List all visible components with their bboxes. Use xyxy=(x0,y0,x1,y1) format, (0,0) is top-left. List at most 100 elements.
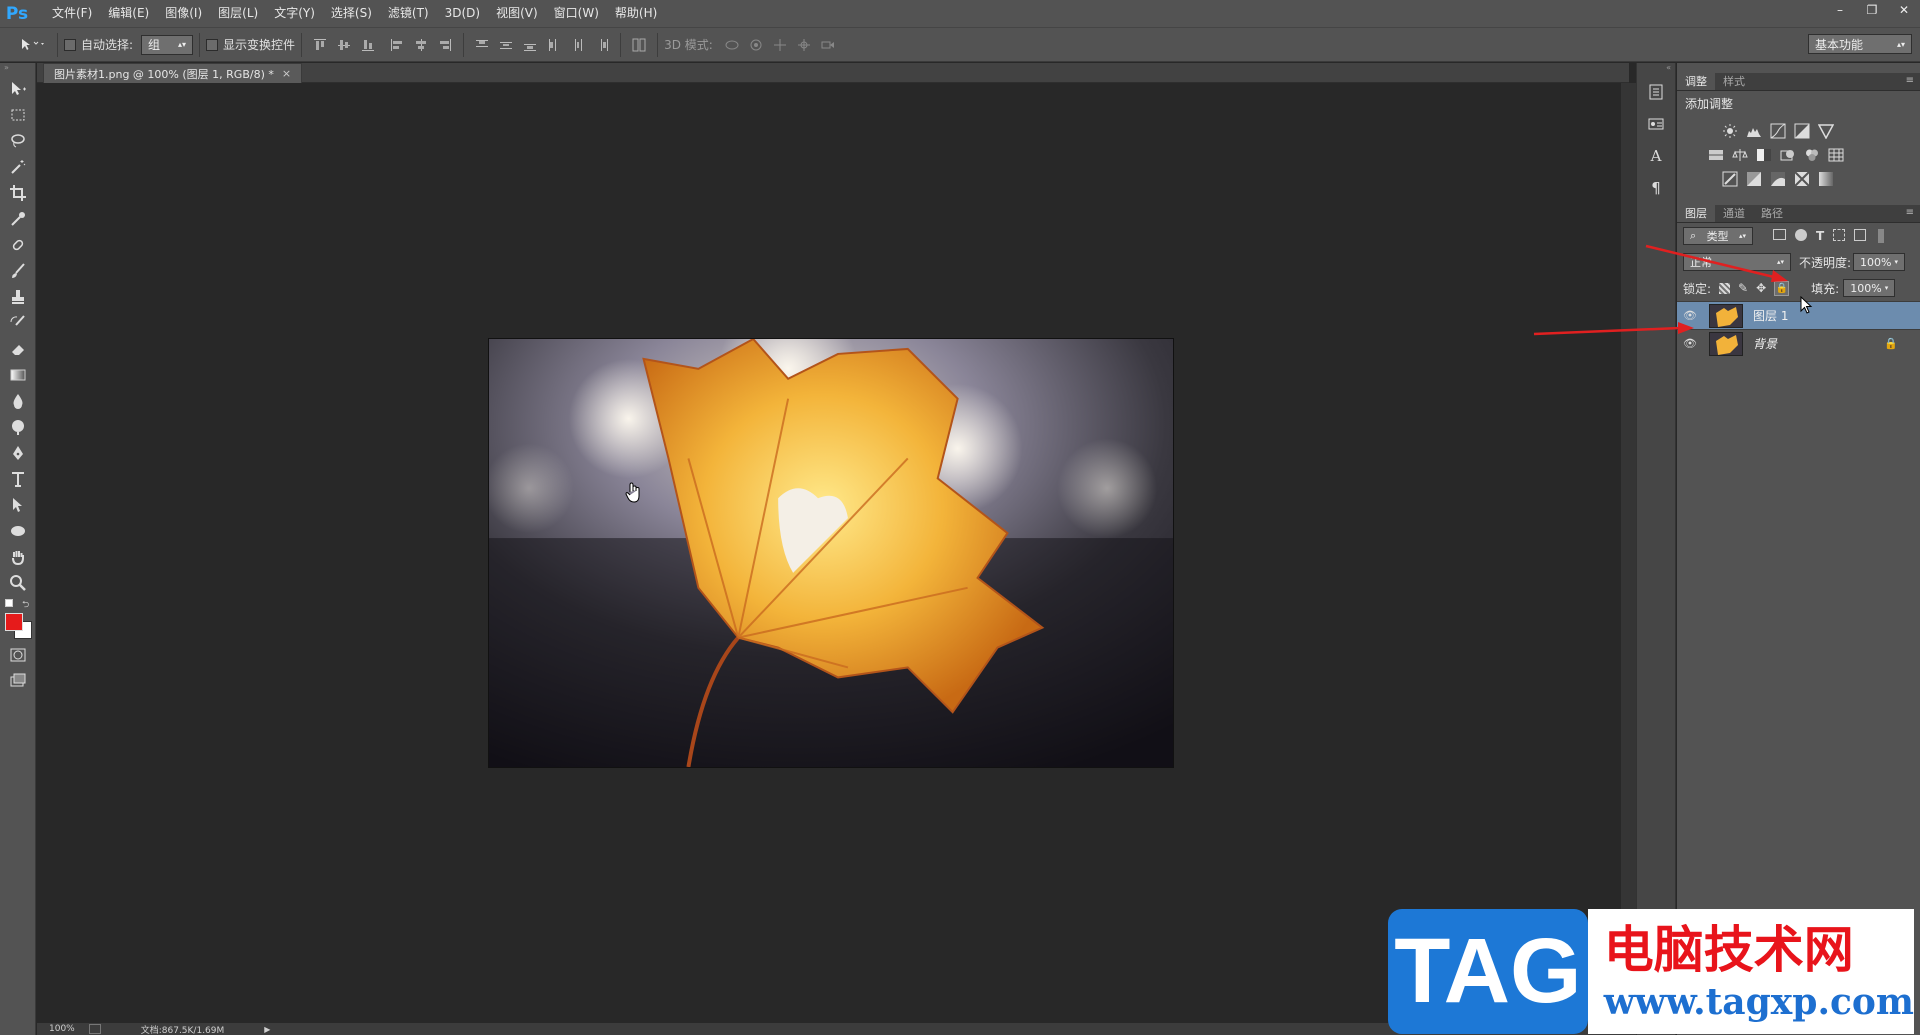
layer-name[interactable]: 图层 1 xyxy=(1753,307,1788,324)
distribute-right-icon[interactable] xyxy=(593,36,611,54)
move-tool-preset-icon[interactable] xyxy=(18,36,48,54)
align-left-icon[interactable] xyxy=(388,36,406,54)
panel-collapse-icon[interactable]: » xyxy=(0,63,35,75)
eyedropper-tool-icon[interactable] xyxy=(3,207,33,231)
3d-rotate-icon[interactable] xyxy=(723,36,741,54)
tab-paths[interactable]: 路径 xyxy=(1753,205,1791,222)
panel-menu-icon[interactable]: ≡ xyxy=(1906,75,1914,86)
brush-tool-icon[interactable] xyxy=(3,259,33,283)
hue-saturation-icon[interactable] xyxy=(1707,146,1725,164)
show-transform-checkbox[interactable] xyxy=(206,38,219,51)
minimize-button[interactable]: – xyxy=(1824,0,1856,20)
lock-position-icon[interactable]: ✥ xyxy=(1756,281,1766,295)
vertical-scrollbar[interactable] xyxy=(1621,83,1636,1023)
color-balance-icon[interactable] xyxy=(1731,146,1749,164)
filter-adjustment-icon[interactable] xyxy=(1795,229,1807,241)
lock-transparent-icon[interactable] xyxy=(1719,282,1731,294)
magic-wand-tool-icon[interactable] xyxy=(3,155,33,179)
distribute-hcenter-icon[interactable] xyxy=(569,36,587,54)
distribute-left-icon[interactable] xyxy=(545,36,563,54)
menu-edit[interactable]: 编辑(E) xyxy=(100,0,157,27)
screen-mode-icon[interactable] xyxy=(3,669,33,693)
brightness-contrast-icon[interactable] xyxy=(1721,122,1739,140)
eye-icon[interactable]: 👁 xyxy=(1677,337,1703,350)
restore-button[interactable]: ❐ xyxy=(1856,0,1888,20)
gradient-map-icon[interactable] xyxy=(1817,170,1835,188)
healing-brush-tool-icon[interactable] xyxy=(3,233,33,257)
hand-tool-icon[interactable] xyxy=(3,545,33,569)
eye-icon[interactable]: 👁 xyxy=(1677,309,1703,322)
close-button[interactable]: ✕ xyxy=(1888,0,1920,20)
auto-align-icon[interactable] xyxy=(630,36,648,54)
3d-roll-icon[interactable] xyxy=(747,36,765,54)
ellipse-tool-icon[interactable] xyxy=(3,519,33,543)
layer-row-layer1[interactable]: 👁 图层 1 xyxy=(1677,301,1920,329)
menu-image[interactable]: 图像(I) xyxy=(157,0,210,27)
eraser-tool-icon[interactable] xyxy=(3,337,33,361)
filter-toggle-icon[interactable] xyxy=(1878,229,1885,243)
zoom-level[interactable]: 100% xyxy=(49,1024,75,1034)
menu-window[interactable]: 窗口(W) xyxy=(546,0,607,27)
align-right-icon[interactable] xyxy=(436,36,454,54)
filter-smart-object-icon[interactable] xyxy=(1854,229,1867,241)
menu-help[interactable]: 帮助(H) xyxy=(607,0,665,27)
align-hcenter-icon[interactable] xyxy=(412,36,430,54)
selective-color-icon[interactable] xyxy=(1793,170,1811,188)
levels-icon[interactable] xyxy=(1745,122,1763,140)
3d-slide-icon[interactable] xyxy=(795,36,813,54)
photo-filter-icon[interactable] xyxy=(1779,146,1797,164)
vibrance-icon[interactable] xyxy=(1817,122,1835,140)
layer-row-background[interactable]: 👁 背景 🔒 xyxy=(1677,329,1920,357)
lasso-tool-icon[interactable] xyxy=(3,129,33,153)
tab-channels[interactable]: 通道 xyxy=(1715,205,1753,222)
history-brush-tool-icon[interactable] xyxy=(3,311,33,335)
character-panel-icon[interactable]: A xyxy=(1642,143,1670,169)
menu-type[interactable]: 文字(Y) xyxy=(266,0,323,27)
distribute-top-icon[interactable] xyxy=(473,36,491,54)
clone-stamp-tool-icon[interactable] xyxy=(3,285,33,309)
menu-3d[interactable]: 3D(D) xyxy=(437,0,488,27)
dock-collapse-icon[interactable]: « xyxy=(1637,63,1675,73)
layer-filter-dropdown[interactable]: ⌕ 类型 ▴▾ xyxy=(1683,227,1753,245)
gradient-tool-icon[interactable] xyxy=(3,363,33,387)
align-top-icon[interactable] xyxy=(311,36,329,54)
blend-mode-dropdown[interactable]: 正常 ▴▾ xyxy=(1683,253,1791,271)
pen-tool-icon[interactable] xyxy=(3,441,33,465)
align-vcenter-icon[interactable] xyxy=(335,36,353,54)
lock-pixels-brush-icon[interactable]: ✎ xyxy=(1738,281,1748,295)
document-image[interactable] xyxy=(488,338,1174,768)
3d-drag-icon[interactable] xyxy=(771,36,789,54)
close-icon[interactable]: × xyxy=(282,67,291,80)
invert-icon[interactable] xyxy=(1721,170,1739,188)
crop-tool-icon[interactable] xyxy=(3,181,33,205)
color-lookup-icon[interactable] xyxy=(1827,146,1845,164)
tab-styles[interactable]: 样式 xyxy=(1715,73,1753,90)
distribute-vcenter-icon[interactable] xyxy=(497,36,515,54)
3d-scale-icon[interactable] xyxy=(819,36,837,54)
quick-mask-icon[interactable] xyxy=(3,643,33,667)
document-tab[interactable]: 图片素材1.png @ 100% (图层 1, RGB/8) * × xyxy=(43,63,303,83)
filter-pixel-icon[interactable] xyxy=(1773,229,1786,240)
opacity-field[interactable]: 100% ▾ xyxy=(1853,253,1906,271)
status-menu-arrow-icon[interactable]: ▶ xyxy=(264,1025,270,1034)
move-tool-icon[interactable] xyxy=(3,77,33,101)
default-colors-icon[interactable] xyxy=(5,599,13,607)
channel-mixer-icon[interactable] xyxy=(1803,146,1821,164)
curves-icon[interactable] xyxy=(1769,122,1787,140)
dodge-tool-icon[interactable] xyxy=(3,415,33,439)
threshold-icon[interactable] xyxy=(1769,170,1787,188)
panel-menu-icon[interactable]: ≡ xyxy=(1906,207,1914,218)
posterize-icon[interactable] xyxy=(1745,170,1763,188)
black-white-icon[interactable] xyxy=(1755,146,1773,164)
filter-type-icon[interactable]: T xyxy=(1816,229,1824,243)
distribute-bottom-icon[interactable] xyxy=(521,36,539,54)
path-selection-tool-icon[interactable] xyxy=(3,493,33,517)
tab-adjustments[interactable]: 调整 xyxy=(1677,73,1715,90)
auto-select-checkbox[interactable] xyxy=(64,38,76,51)
zoom-tool-icon[interactable] xyxy=(3,571,33,595)
fill-field[interactable]: 100% ▾ xyxy=(1843,279,1896,297)
properties-panel-icon[interactable] xyxy=(1642,111,1670,137)
marquee-tool-icon[interactable] xyxy=(3,103,33,127)
workspace-dropdown[interactable]: 基本功能 ▴▾ xyxy=(1808,34,1912,54)
lock-all-icon[interactable]: 🔒 xyxy=(1774,280,1790,296)
